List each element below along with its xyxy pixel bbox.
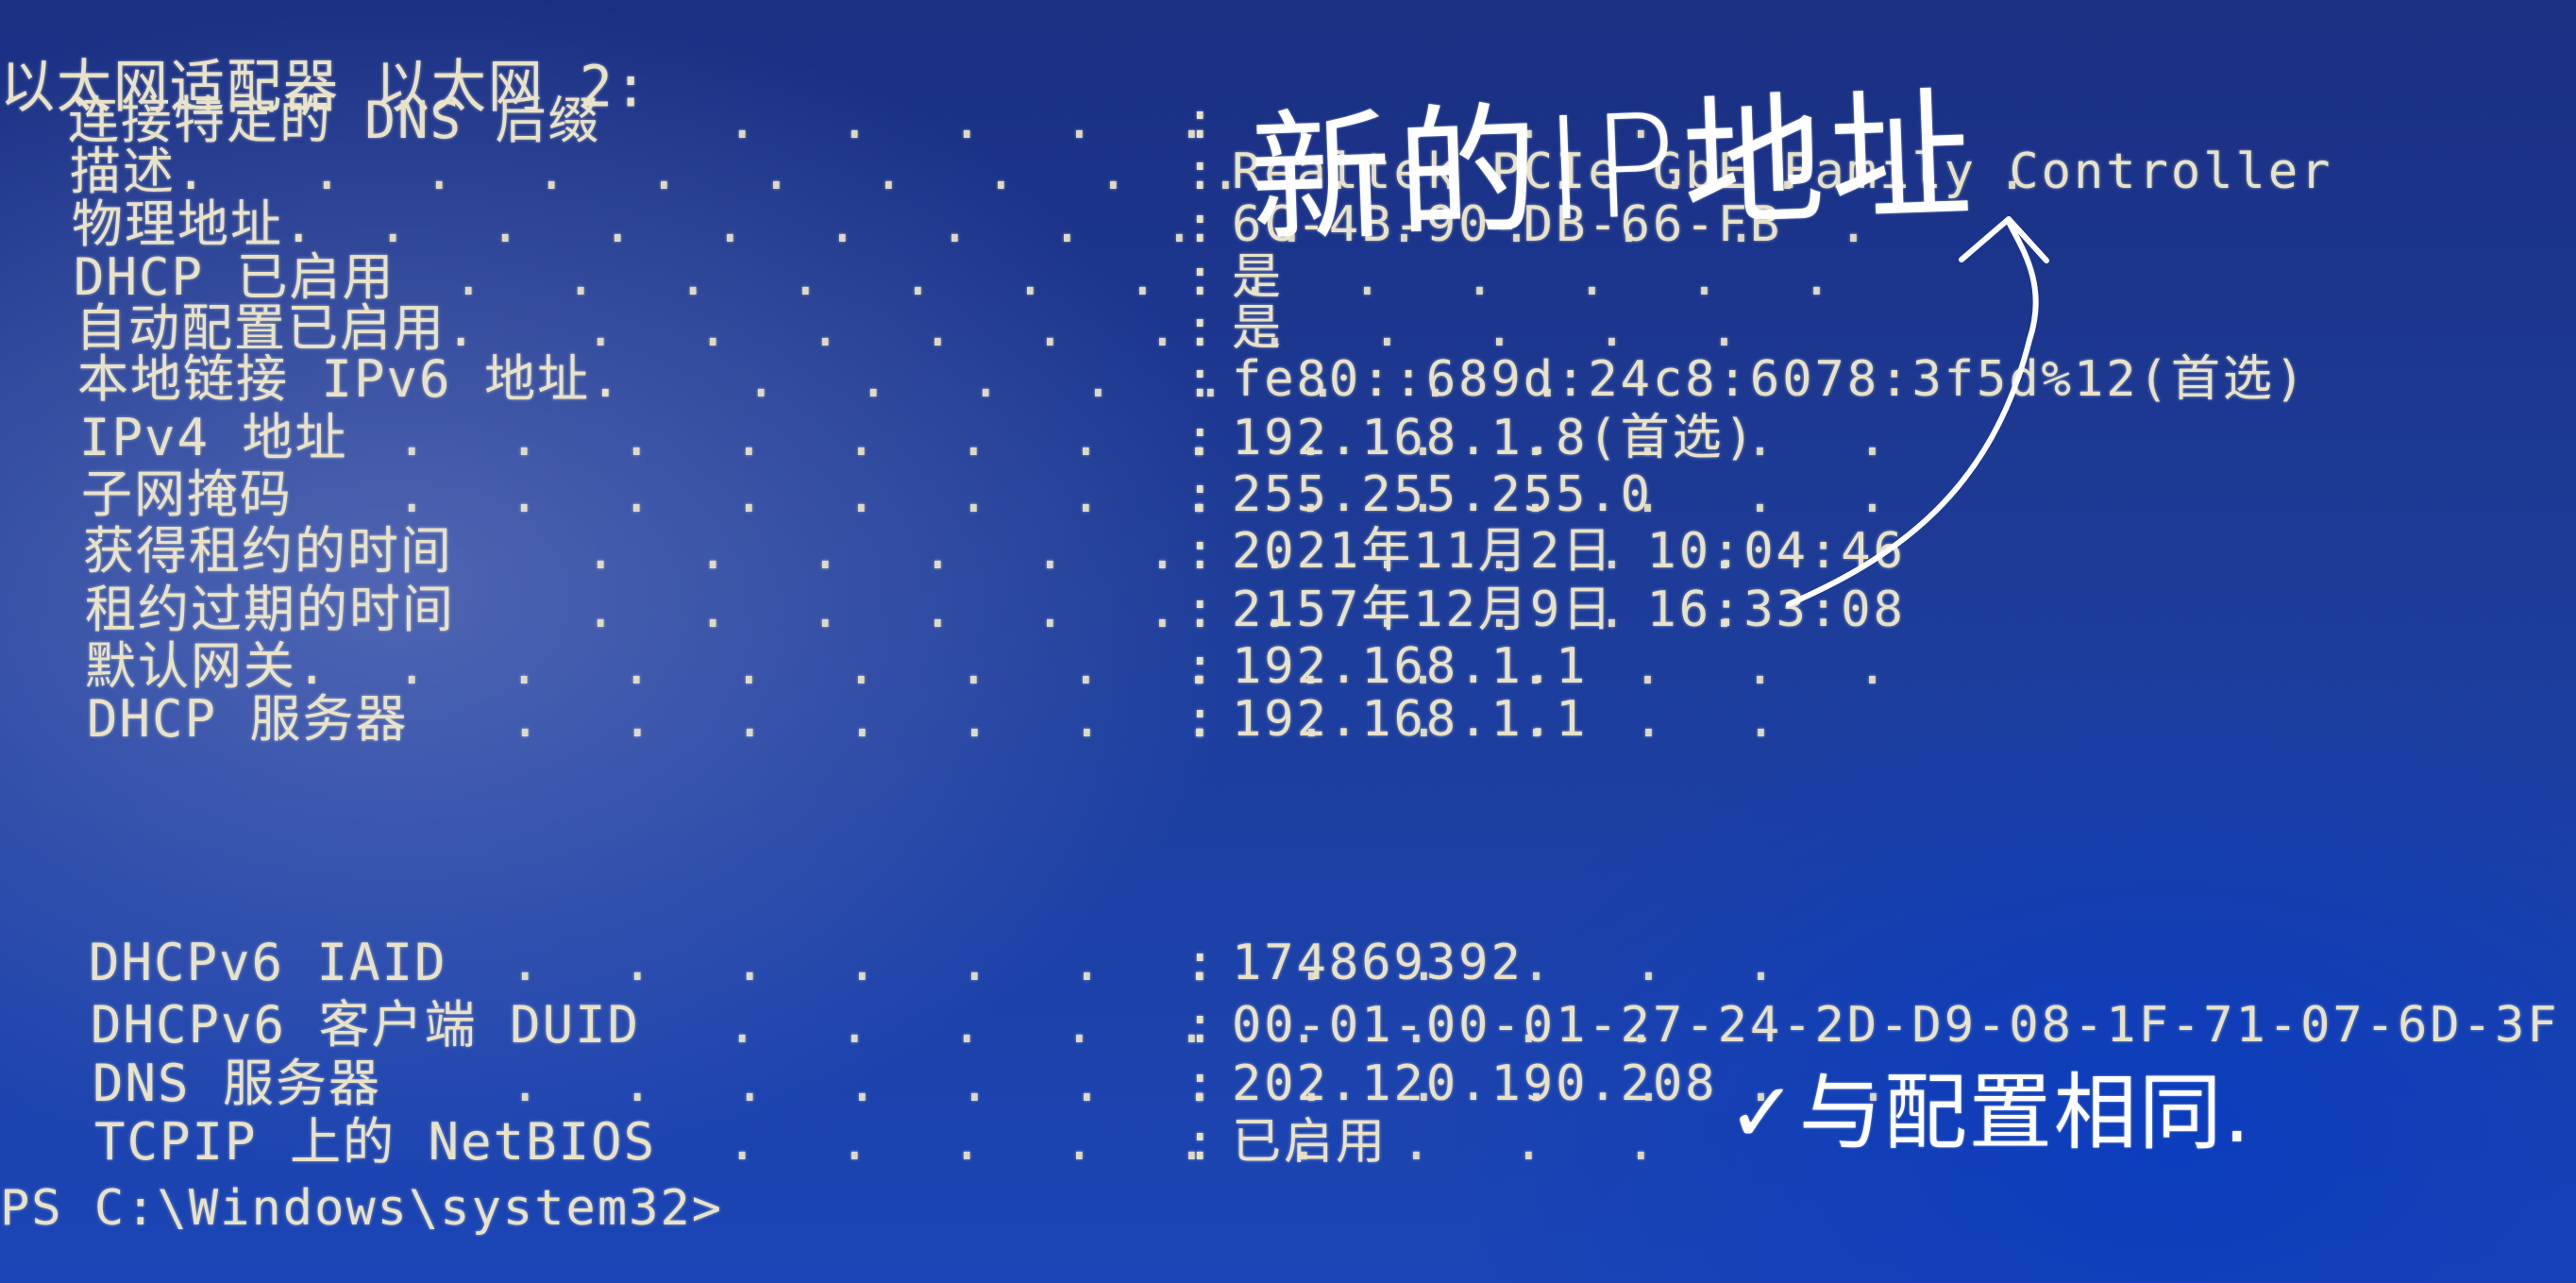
row-colon: : xyxy=(1185,933,1216,992)
row-value: 2021年11月2日 10:04:46 xyxy=(1232,523,1906,580)
row-value: 2157年12月9日 16:33:08 xyxy=(1232,582,1906,638)
handwritten-new-ip-note: 新的IP地址 xyxy=(1247,74,1980,263)
row-value: 255.255.255.0 xyxy=(1232,466,1653,523)
row-colon: : xyxy=(1185,349,1216,409)
row-label: DHCP 服务器 xyxy=(87,689,409,749)
row-label: TCPIP 上的 NetBIOS xyxy=(94,1112,657,1172)
handwritten-same-config-note: ✓与配置相同. xyxy=(1727,1064,2252,1161)
ipconfig-row-subnet-mask: 子网掩码 . . . . . . . . . . . . . . : 255.2… xyxy=(0,464,2576,525)
row-label: 默认网关. xyxy=(85,636,329,696)
row-value: 192.168.1.1 xyxy=(1232,638,1589,695)
row-colon: : xyxy=(1185,1112,1216,1172)
row-label: 本地链接 IPv6 地址. xyxy=(77,349,623,409)
row-value: fe80::689d:24c8:6078:3f5d%12(首选) xyxy=(1232,351,2308,408)
row-dots: . . . . . . . . . . . . . . xyxy=(396,636,1913,696)
row-colon: : xyxy=(1185,580,1216,639)
row-label: DNS 服务器 xyxy=(93,1054,382,1113)
ipconfig-row-dhcp-server: DHCP 服务器 . . . . . . . . . . . . : 192.1… xyxy=(0,689,2576,750)
ipconfig-row-ipv4-address: IPv4 地址 . . . . . . . . . . . . . . : 19… xyxy=(0,408,2576,468)
row-colon: : xyxy=(1185,408,1216,467)
row-value: 192.168.1.8(首选) xyxy=(1232,410,1757,466)
row-dots: . . . . . . . . . . . . . . xyxy=(396,464,1913,524)
row-value: 174869392 xyxy=(1232,935,1524,991)
row-label: 物理地址. xyxy=(72,194,316,254)
row-label: DHCPv6 IAID xyxy=(89,933,447,992)
row-value: 192.168.1.1 xyxy=(1232,691,1589,748)
powershell-prompt[interactable]: PS C:\Windows\system32> xyxy=(0,1178,723,1239)
row-colon: : xyxy=(1185,1054,1216,1113)
row-value: 已启用 xyxy=(1232,1114,1389,1171)
row-label: 租约过期的时间 xyxy=(85,580,455,639)
ipconfig-row-lease-obtained: 获得租约的时间 . . . . . . . . . . . : 2021年11月… xyxy=(0,521,2576,582)
ipconfig-row-lease-expires: 租约过期的时间 . . . . . . . . . . . : 2157年12月… xyxy=(0,580,2576,640)
row-dots: . . . . . . . . . . . . xyxy=(510,689,1802,749)
ipconfig-row-default-gateway: 默认网关. . . . . . . . . . . . . . . : 192.… xyxy=(0,636,2576,697)
row-label: 描述. xyxy=(70,142,209,201)
row-colon: : xyxy=(1185,194,1216,254)
row-label: 获得租约的时间 xyxy=(83,521,453,581)
ipconfig-row-link-local-ipv6: 本地链接 IPv6 地址. . . . . . . . . : fe80::68… xyxy=(0,349,2576,410)
row-label: 子网掩码 xyxy=(81,464,293,524)
row-colon: : xyxy=(1185,995,1216,1055)
row-colon: : xyxy=(1185,464,1216,524)
row-label: DHCPv6 客户端 DUID xyxy=(91,995,641,1055)
row-colon: : xyxy=(1185,689,1216,749)
row-value: 202.120.190.208 xyxy=(1232,1055,1718,1112)
row-colon: : xyxy=(1185,636,1216,696)
row-colon: : xyxy=(1185,521,1216,581)
row-dots: . . . . . . . . . . . . xyxy=(510,933,1802,992)
row-colon: : xyxy=(1185,142,1216,201)
ipconfig-row-dhcpv6-iaid: DHCPv6 IAID . . . . . . . . . . . . : 17… xyxy=(0,933,2576,993)
row-label: IPv4 地址 xyxy=(79,408,348,467)
